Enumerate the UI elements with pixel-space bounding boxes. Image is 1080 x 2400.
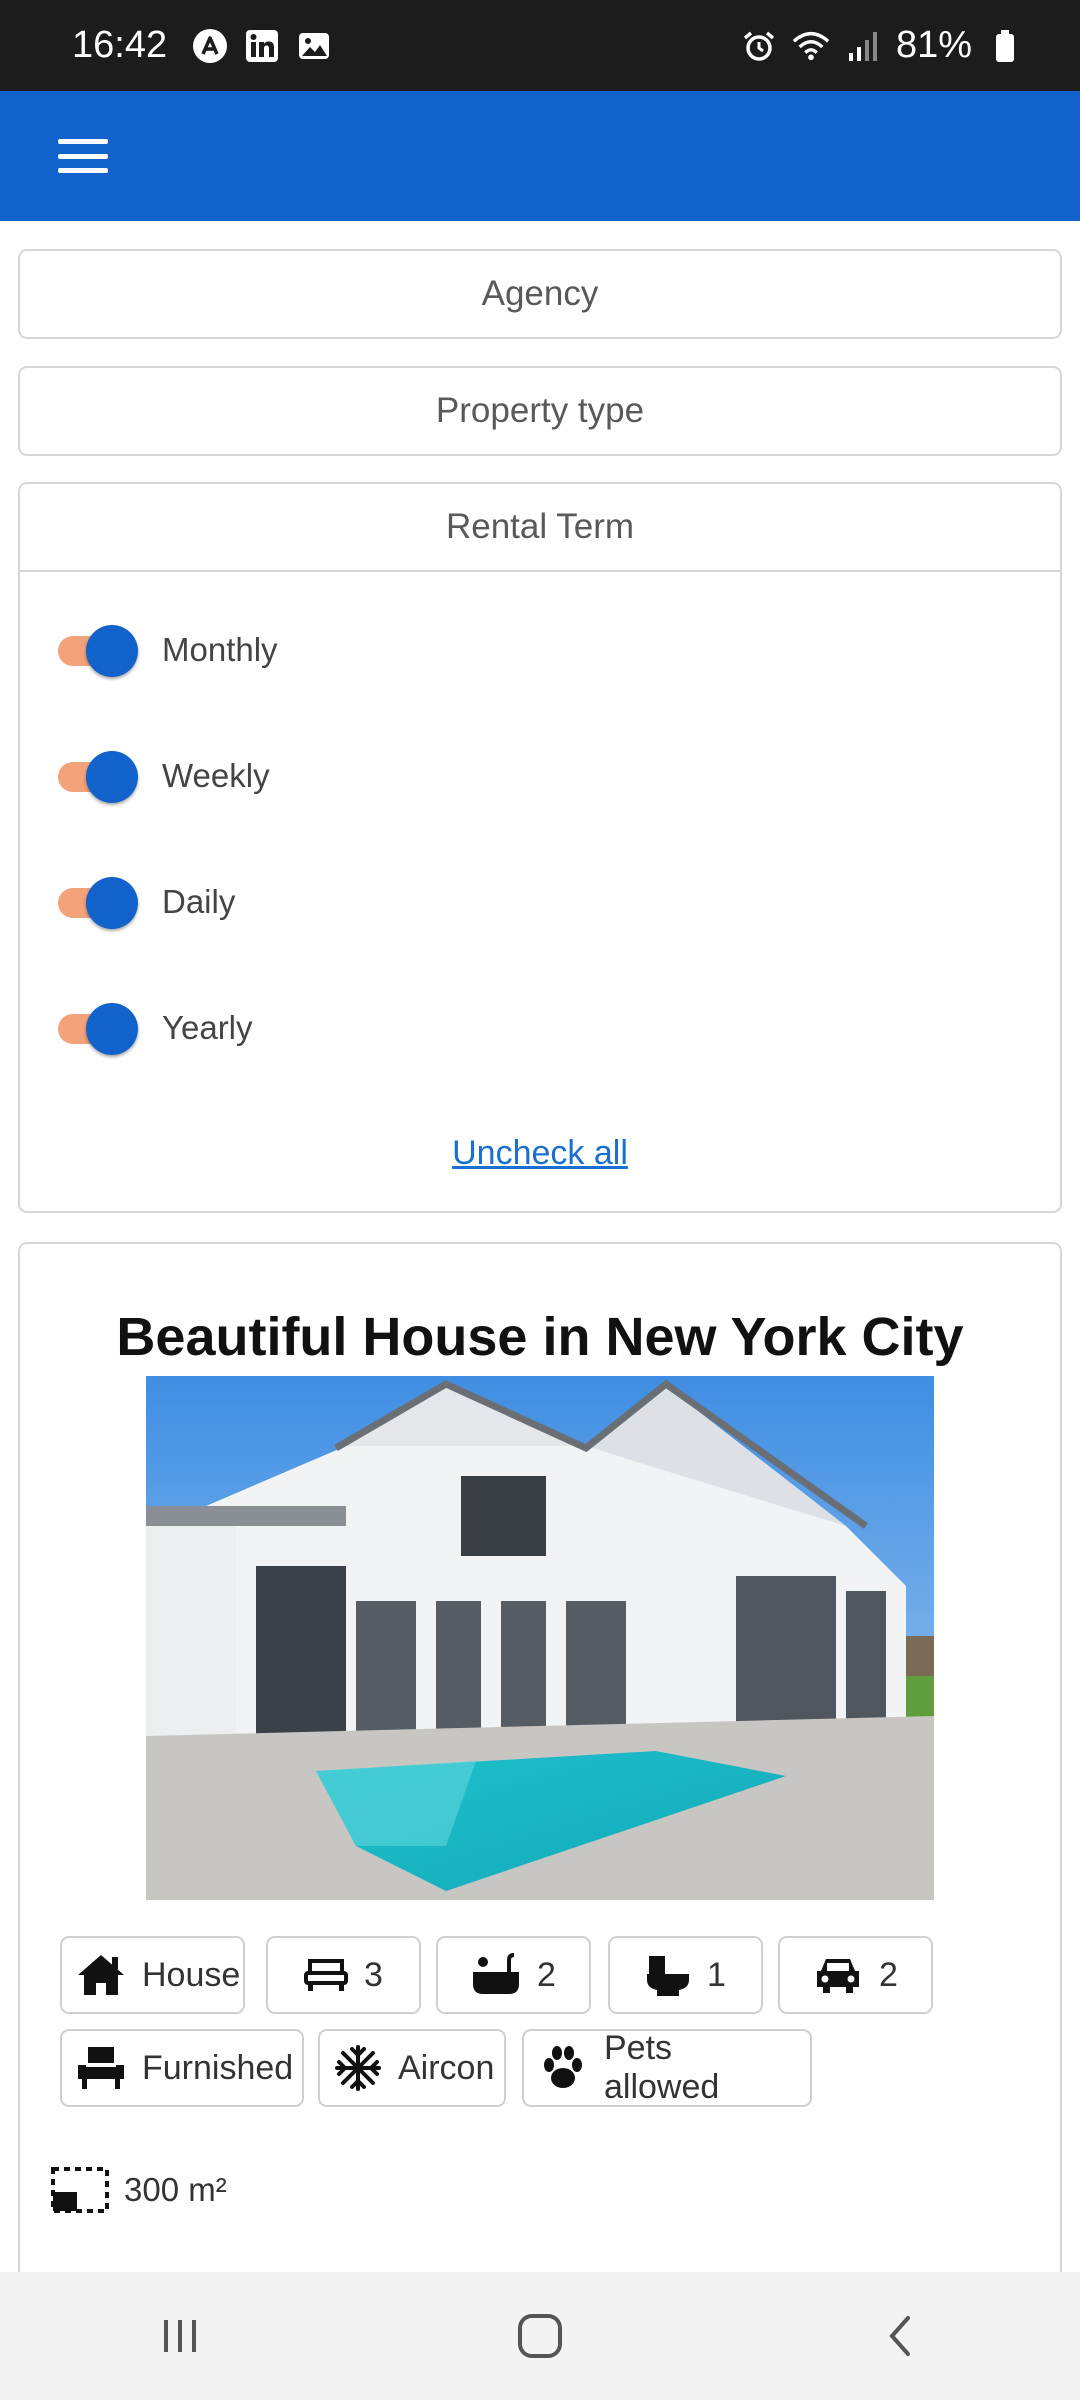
feature-chip-parking: 2 [778,1936,933,2014]
toggle-label-yearly: Yearly [162,1009,253,1046]
car-icon [817,1959,860,1993]
bed-icon [304,1959,349,1991]
rental-term-label: Rental Term [445,507,635,546]
wifi-icon [792,27,830,65]
feature-label-house: House [142,1955,241,1994]
bathtub-icon [473,1953,520,1994]
property-type-filter-button[interactable]: Property type [18,366,1062,456]
feature-chip-toilets: 1 [608,1936,763,2014]
battery-percent: 81% [895,24,972,66]
agency-filter-button[interactable]: Agency [18,249,1062,339]
recents-icon[interactable] [120,2296,240,2376]
feature-label-parking: 2 [879,1955,898,1994]
status-right: 81% [740,24,1024,67]
amenity-label-aircon: Aircon [398,2048,495,2087]
area-value: 300 m² [124,2171,227,2208]
area-icon [51,2167,109,2213]
feature-label-bathrooms: 2 [537,1955,556,1994]
house-icon [78,1955,124,1995]
area-row: 300 m² [50,2166,227,2214]
chair-icon [78,2047,124,2089]
listing-photo[interactable] [146,1376,934,1900]
uncheck-all-link[interactable]: Uncheck all [20,1134,1060,1173]
feature-chip-house: House [60,1936,245,2014]
linkedin-icon [243,27,281,65]
paw-icon [544,2046,582,2088]
property-type-filter-label: Property type [435,391,645,430]
feature-chip-bathrooms: 2 [436,1936,591,2014]
app-a-icon [191,27,229,65]
toggle-row-yearly: Yearly [56,998,253,1058]
toggle-label-weekly: Weekly [162,757,270,794]
rental-term-header[interactable]: Rental Term [20,484,1060,572]
feature-label-bedrooms: 3 [364,1955,383,1994]
agency-filter-label: Agency [481,274,599,313]
snowflake-icon [335,2045,381,2091]
alarm-icon [740,27,778,65]
listing-title: Beautiful House in New York City [116,1307,964,1367]
rental-term-panel: Rental Term Monthly Weekly Daily Yearly … [18,482,1062,1213]
toggle-label-daily: Daily [162,883,236,920]
toggle-monthly[interactable] [56,625,140,677]
status-left: 16:42 [72,24,333,67]
toggle-row-weekly: Weekly [56,746,270,806]
toggle-label-monthly: Monthly [162,631,278,668]
amenity-label-pets: Pets allowed [604,2029,720,2106]
listing-card[interactable]: Beautiful House in New York City House 3… [18,1242,1062,2272]
status-bar: 16:42 81% [0,0,1080,91]
amenity-label-furnished: Furnished [142,2048,294,2087]
toilet-icon [647,1956,690,1996]
app-bar [0,91,1080,221]
feature-chip-bedrooms: 3 [266,1936,421,2014]
feature-label-toilets: 1 [707,1955,726,1994]
main-content: Agency Property type Rental Term Monthly… [0,221,1080,2272]
amenity-chip-pets: Pets allowed [522,2029,812,2107]
status-time: 16:42 [72,24,168,66]
gallery-icon [295,27,333,65]
amenity-chip-furnished: Furnished [60,2029,304,2107]
toggle-yearly[interactable] [56,1003,140,1055]
home-icon[interactable] [480,2296,600,2376]
toggle-daily[interactable] [56,877,140,929]
signal-icon [844,27,882,65]
amenity-chip-aircon: Aircon [318,2029,506,2107]
toggle-row-monthly: Monthly [56,620,278,680]
back-icon[interactable] [840,2296,960,2376]
toggle-row-daily: Daily [56,872,235,932]
toggle-weekly[interactable] [56,751,140,803]
system-nav-bar [0,2272,1080,2400]
battery-icon [986,27,1024,65]
hamburger-icon[interactable] [58,139,108,173]
